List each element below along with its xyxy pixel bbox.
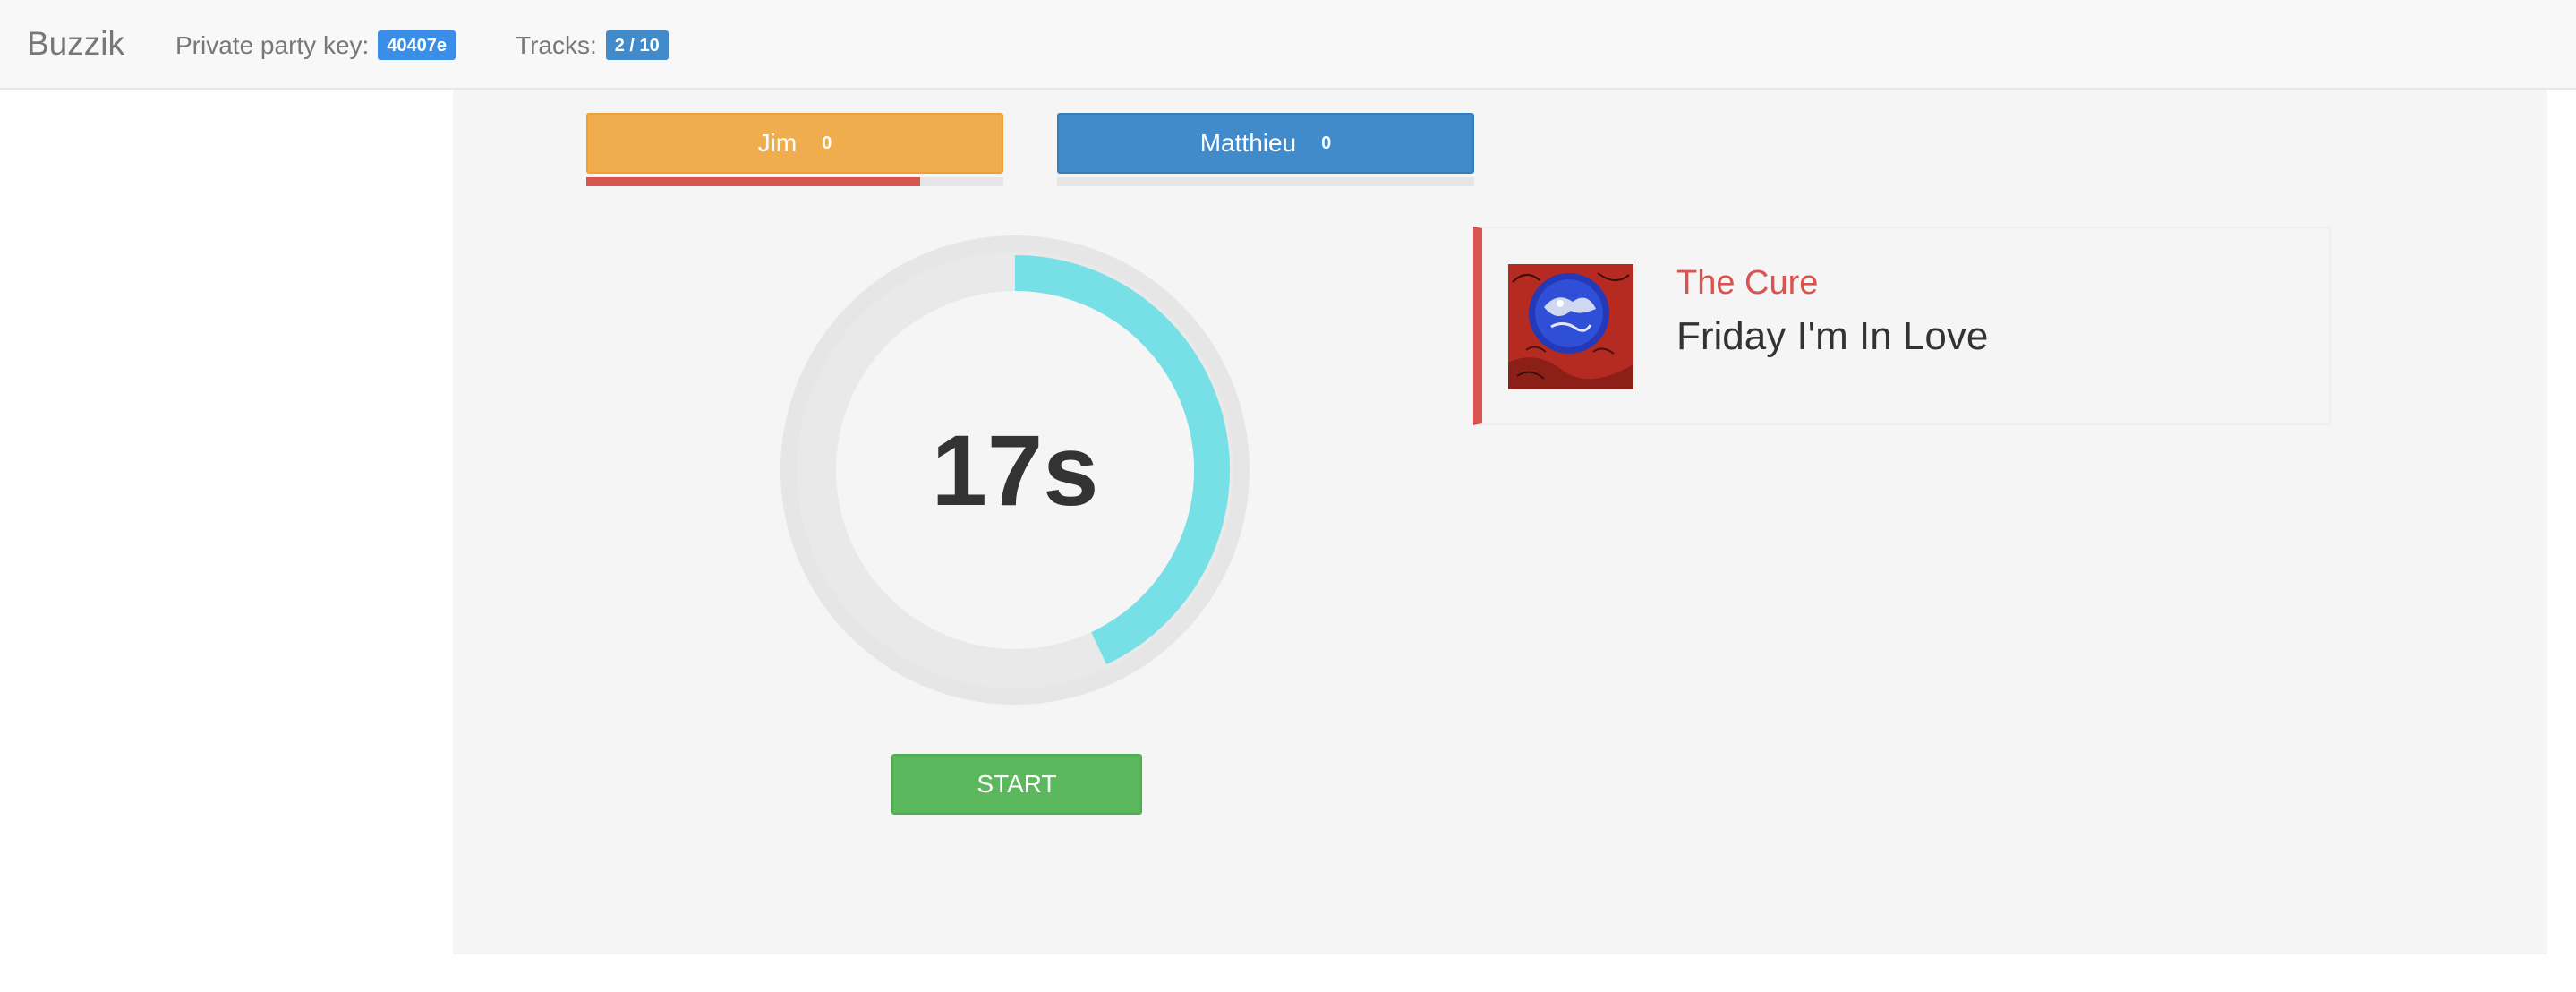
player-button-matthieu[interactable]: Matthieu 0 bbox=[1057, 113, 1474, 174]
tracks-badge: 2 / 10 bbox=[605, 30, 669, 60]
player-progress-matthieu bbox=[1057, 177, 1474, 186]
tracks-label: Tracks: bbox=[516, 30, 597, 59]
player-score-badge: 0 bbox=[1321, 133, 1332, 153]
album-cover-image bbox=[1508, 264, 1633, 389]
track-card: The Cure Friday I'm In Love bbox=[1473, 227, 2331, 425]
tracks-info: Tracks: 2 / 10 bbox=[516, 30, 669, 60]
album-cover-art bbox=[1508, 264, 1633, 389]
player-button-jim[interactable]: Jim 0 bbox=[586, 113, 1003, 174]
player-name: Matthieu bbox=[1199, 129, 1297, 157]
player-progress-jim bbox=[586, 177, 1003, 186]
countdown-text: 17s bbox=[931, 414, 1099, 526]
player-score-badge: 0 bbox=[822, 133, 832, 153]
track-title: Friday I'm In Love bbox=[1676, 314, 1989, 358]
track-artist: The Cure bbox=[1676, 264, 1819, 302]
party-key-badge: 40407e bbox=[378, 30, 456, 60]
player-name: Jim bbox=[757, 129, 798, 157]
top-navbar: Buzzik Private party key: 40407e Tracks:… bbox=[0, 0, 2576, 90]
party-key-label: Private party key: bbox=[175, 30, 370, 59]
game-panel: Jim 0 Matthieu 0 17s START The Cure Frid… bbox=[453, 90, 2547, 954]
player-progress-fill bbox=[586, 177, 920, 186]
countdown-timer: 17s bbox=[771, 226, 1259, 714]
start-button[interactable]: START bbox=[891, 754, 1142, 815]
brand-logo[interactable]: Buzzik bbox=[27, 25, 124, 63]
party-key-info: Private party key: 40407e bbox=[175, 30, 456, 60]
